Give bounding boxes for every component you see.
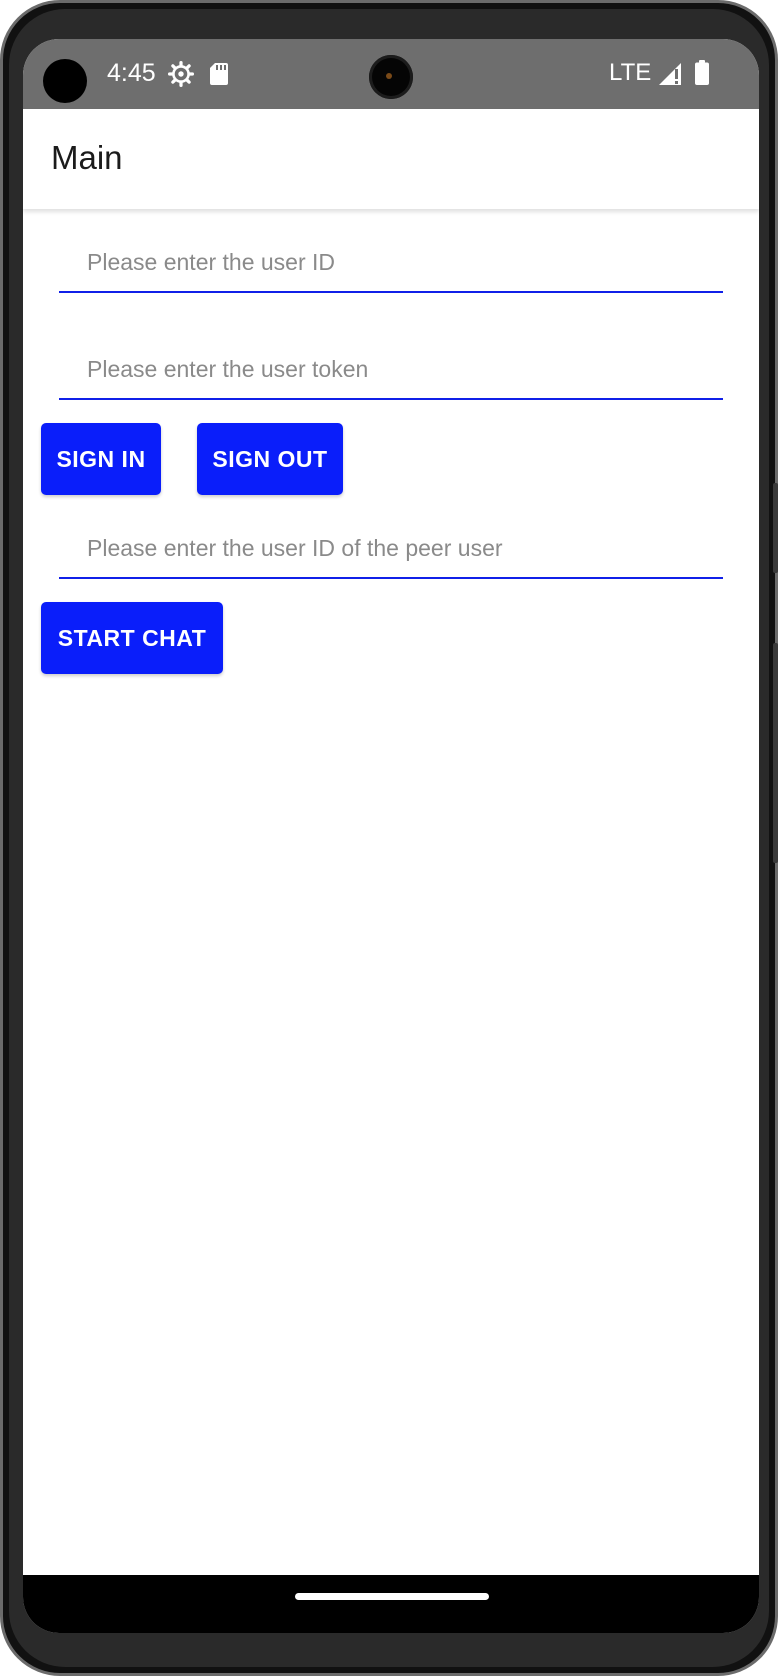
peer-user-id-input[interactable] [59,519,723,579]
status-time: 4:45 [107,59,156,87]
side-button-power [773,483,778,573]
battery-icon [695,60,709,85]
camera-cutout-left [43,59,87,103]
start-chat-button[interactable]: START CHAT [41,602,223,674]
sd-card-icon [210,63,228,85]
user-id-input[interactable] [59,233,723,293]
home-gesture-handle[interactable] [295,1593,489,1600]
screen: 4:45 LTE Main Please enter the user ID P… [23,39,759,1633]
side-button-volume [773,643,778,863]
navigation-bar [23,1575,759,1633]
status-bar: 4:45 LTE [23,39,759,109]
sign-in-button[interactable]: SIGN IN [41,423,161,495]
gear-icon [168,61,194,87]
network-type: LTE [609,59,652,86]
front-camera [369,55,413,99]
app-bar: Main [23,109,759,209]
page-title: Main [51,139,123,176]
device-frame: 4:45 LTE Main Please enter the user ID P… [0,0,778,1676]
user-token-input[interactable] [59,340,723,400]
signal-icon [659,63,681,85]
sign-out-button[interactable]: SIGN OUT [197,423,343,495]
